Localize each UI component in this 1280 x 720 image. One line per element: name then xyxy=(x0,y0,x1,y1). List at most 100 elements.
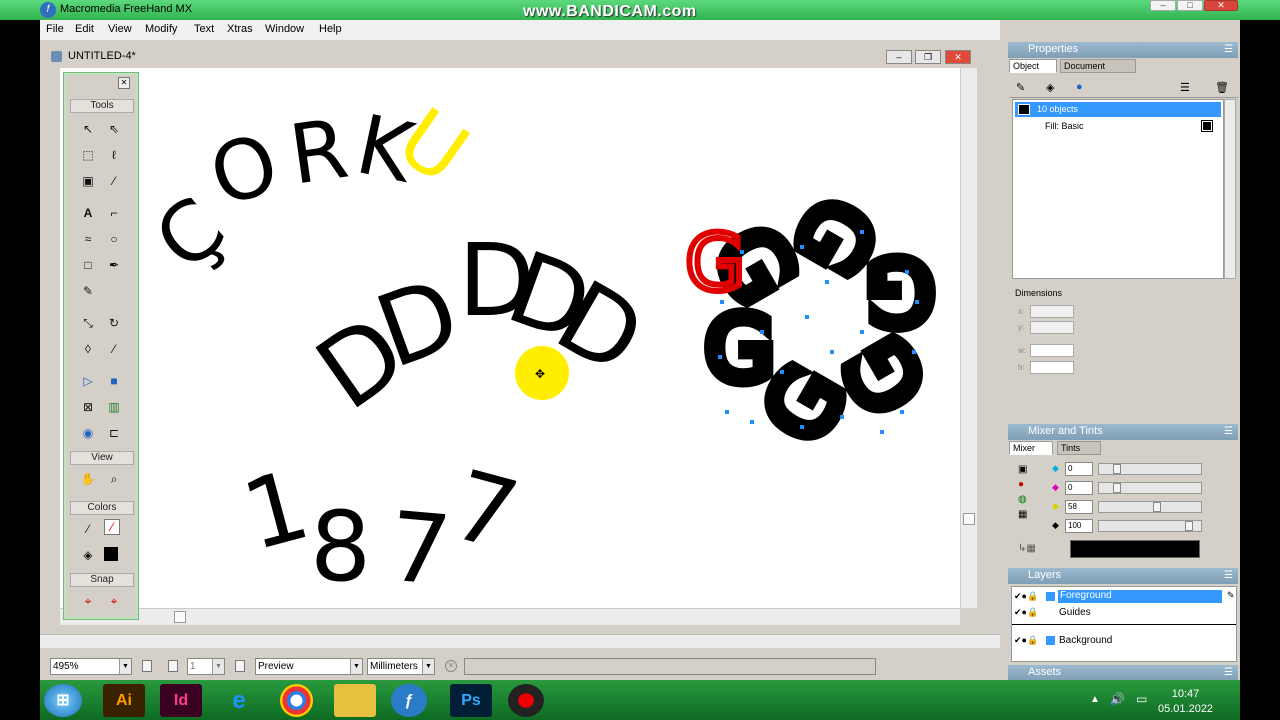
window-horizontal-scrollbar[interactable] xyxy=(40,634,1000,648)
minimize-button[interactable]: – xyxy=(1150,0,1176,11)
add-page-icon[interactable] xyxy=(235,660,245,672)
properties-scrollbar[interactable] xyxy=(1224,99,1236,279)
menu-window[interactable]: Window xyxy=(265,23,304,35)
fill-icon[interactable]: ▷ xyxy=(78,371,98,391)
slider-thumb[interactable] xyxy=(1113,483,1121,493)
connector-icon[interactable]: ⊏ xyxy=(104,423,124,443)
hscroll-thumb[interactable] xyxy=(174,611,186,623)
link-icon[interactable]: ◉ xyxy=(78,423,98,443)
w-field[interactable] xyxy=(1030,344,1074,357)
pen-icon[interactable]: ✒ xyxy=(104,255,124,275)
add-to-swatches-icon[interactable]: ↳▦ xyxy=(1018,543,1036,554)
subselect-icon[interactable]: ⇖ xyxy=(104,119,124,139)
yellow-slider[interactable] xyxy=(1098,501,1202,513)
menu-text[interactable]: Text xyxy=(194,23,214,35)
canvas-vertical-scrollbar[interactable] xyxy=(960,68,977,608)
stroke-add-icon[interactable]: ✎ xyxy=(1016,81,1025,94)
panel-menu-icon[interactable]: ☰ xyxy=(1224,42,1233,57)
line-icon[interactable]: □ xyxy=(78,255,98,275)
cancel-icon[interactable]: ✕ xyxy=(445,660,457,672)
menu-help[interactable]: Help xyxy=(319,23,342,35)
bandicam-taskbar-icon[interactable] xyxy=(508,684,544,717)
doc-restore-button[interactable]: ❐ xyxy=(915,50,941,64)
page-icon[interactable] xyxy=(168,660,178,672)
system-mode-icon[interactable]: ▦ xyxy=(1018,509,1036,524)
text-icon[interactable]: A xyxy=(78,203,98,223)
indesign-taskbar-icon[interactable]: Id xyxy=(160,684,202,717)
y-field[interactable] xyxy=(1030,321,1074,334)
layer-visibility-icons[interactable]: ✔●🔒 xyxy=(1014,591,1038,602)
slider-thumb[interactable] xyxy=(1153,502,1161,512)
vscroll-thumb[interactable] xyxy=(963,513,975,525)
digit-7-b[interactable]: 7 xyxy=(441,449,529,573)
mesh-icon[interactable]: ⊠ xyxy=(78,397,98,417)
trash-icon[interactable]: 🗑 xyxy=(1215,81,1229,94)
duplicate-icon[interactable]: ☰ xyxy=(1180,81,1190,94)
rectangle-icon[interactable]: ⌐ xyxy=(104,203,124,223)
panel-menu-icon[interactable]: ☰ xyxy=(1224,665,1233,680)
h-field[interactable] xyxy=(1030,361,1074,374)
zoom-icon[interactable]: ⌕ xyxy=(104,469,124,489)
ie-taskbar-icon[interactable]: e xyxy=(218,684,260,717)
blend-icon[interactable]: ▥ xyxy=(104,397,124,417)
menu-edit[interactable]: Edit xyxy=(75,23,94,35)
brush-icon[interactable]: ⁄ xyxy=(104,339,124,359)
page-icon[interactable]: ▣ xyxy=(78,171,98,191)
tab-object[interactable]: Object xyxy=(1009,59,1057,73)
cyan-field[interactable]: 0 xyxy=(1065,462,1093,476)
eraser-icon[interactable]: ◊ xyxy=(78,339,98,359)
fill-color-icon[interactable]: ◈ xyxy=(78,545,98,565)
ellipse-icon[interactable]: ○ xyxy=(104,229,124,249)
cmyk-mode-icon[interactable]: ▣ xyxy=(1018,464,1036,479)
page-select[interactable]: 1 ▼ xyxy=(187,658,225,675)
close-button[interactable]: ✕ xyxy=(1204,0,1238,11)
photoshop-taskbar-icon[interactable]: Ps xyxy=(450,684,492,717)
letter-r[interactable]: R xyxy=(284,102,354,204)
maximize-button[interactable]: □ xyxy=(1177,0,1203,11)
network-icon[interactable]: ▭ xyxy=(1136,692,1147,706)
tab-mixer[interactable]: Mixer xyxy=(1009,441,1053,455)
volume-icon[interactable]: 🔊 xyxy=(1110,692,1125,706)
zoom-select[interactable]: 495% ▼ xyxy=(50,658,132,675)
knife-icon[interactable]: ⤡ xyxy=(78,313,98,333)
layer-visibility-icons[interactable]: ✔●🔒 xyxy=(1014,635,1038,646)
digit-1[interactable]: 1 xyxy=(232,449,320,573)
polygon-icon[interactable]: ≈ xyxy=(78,229,98,249)
fill-add-icon[interactable]: ◈ xyxy=(1046,81,1054,94)
freeform-lasso-icon[interactable]: ℓ xyxy=(104,145,124,165)
none-icon[interactable]: ⁄ xyxy=(104,519,120,535)
black-field[interactable]: 100 xyxy=(1065,519,1093,533)
menu-xtras[interactable]: Xtras xyxy=(227,23,253,35)
tab-tints[interactable]: Tints xyxy=(1057,441,1101,455)
menu-modify[interactable]: Modify xyxy=(145,23,177,35)
fill-swatch[interactable] xyxy=(1201,120,1213,132)
assets-panel-header[interactable]: Assets ☰ xyxy=(1008,665,1238,681)
layer-visibility-icons[interactable]: ✔●🔒 xyxy=(1014,607,1038,618)
pointer-icon[interactable]: ↖ xyxy=(78,119,98,139)
layer-guides[interactable]: Guides xyxy=(1059,607,1091,618)
black-slider[interactable] xyxy=(1098,520,1202,532)
magenta-slider[interactable] xyxy=(1098,482,1202,494)
gradient-icon[interactable]: ■ xyxy=(104,371,124,391)
hls-mode-icon[interactable]: ◍ xyxy=(1018,494,1036,509)
red-g[interactable]: G xyxy=(682,216,748,312)
slider-thumb[interactable] xyxy=(1113,464,1121,474)
rgb-mode-icon[interactable]: ● xyxy=(1018,479,1036,494)
layer-background[interactable]: Background xyxy=(1059,635,1112,646)
illustrator-taskbar-icon[interactable]: Ai xyxy=(103,684,145,717)
start-button[interactable]: ⊞ xyxy=(44,684,82,717)
doc-minimize-button[interactable]: – xyxy=(886,50,912,64)
pencil-icon[interactable]: ✎ xyxy=(78,281,98,301)
menu-view[interactable]: View xyxy=(108,23,132,35)
freehand-taskbar-icon[interactable]: ƒ xyxy=(391,684,427,717)
tray-arrow-icon[interactable]: ▲ xyxy=(1090,694,1100,705)
panel-menu-icon[interactable]: ☰ xyxy=(1224,568,1233,583)
layers-panel-header[interactable]: Layers ☰ xyxy=(1008,568,1238,584)
magenta-field[interactable]: 0 xyxy=(1065,481,1093,495)
tools-close-icon[interactable]: ✕ xyxy=(118,77,130,89)
yellow-field[interactable]: 58 xyxy=(1065,500,1093,514)
digit-8[interactable]: 8 xyxy=(310,491,371,603)
units-select[interactable]: Millimeters ▼ xyxy=(367,658,435,675)
selection-row[interactable]: 10 objects xyxy=(1015,102,1221,117)
letter-o[interactable]: O xyxy=(199,116,290,226)
